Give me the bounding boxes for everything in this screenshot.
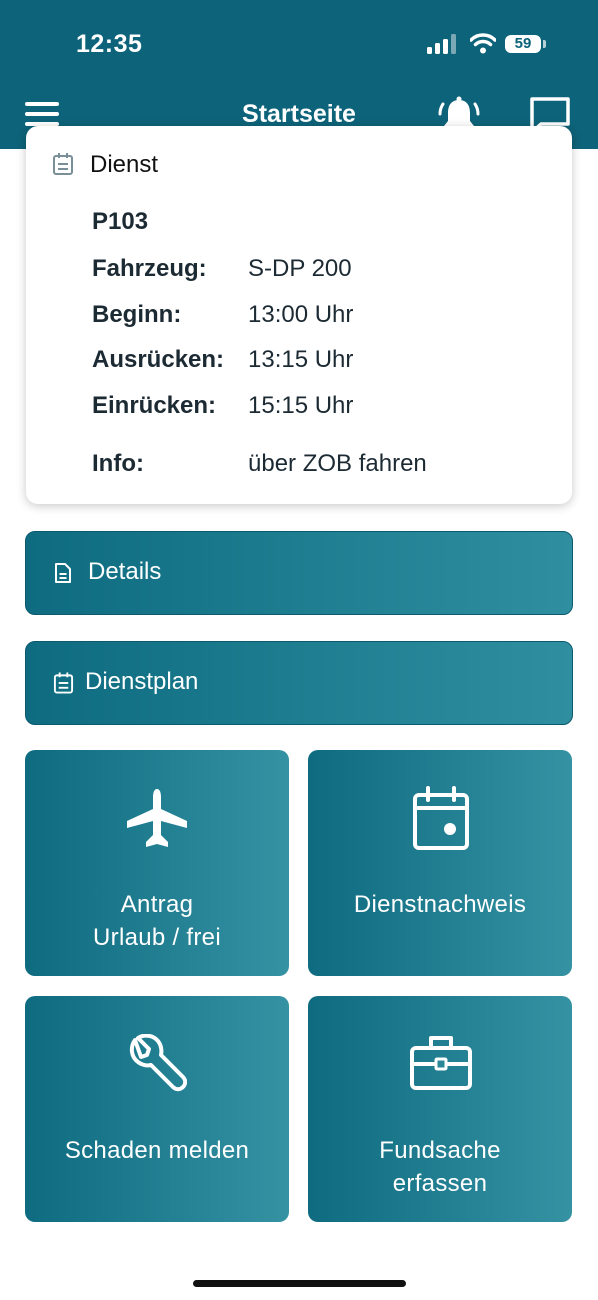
card-title: Dienst xyxy=(90,151,159,178)
wifi-icon xyxy=(470,33,496,54)
duty-card: Dienst P103 Fahrzeug: S-DP 200 Beginn: 1… xyxy=(26,126,572,504)
briefcase-icon xyxy=(410,1036,472,1090)
duty-record-label: Dienstnachweis xyxy=(353,891,527,918)
lost-property-label-line1: Fundsache xyxy=(379,1137,501,1164)
wrench-icon xyxy=(129,1034,187,1092)
begin-label: Beginn: xyxy=(92,301,182,328)
return-label: Einrücken: xyxy=(92,392,217,419)
calendar-icon xyxy=(53,153,73,175)
return-value: 15:15 Uhr xyxy=(248,392,354,419)
vehicle-label: Fahrzeug: xyxy=(92,255,207,282)
lost-property-tile[interactable]: Fundsache erfassen xyxy=(308,996,572,1222)
battery-indicator: 59 xyxy=(505,35,541,53)
vacation-label-line2: Urlaub / frei xyxy=(93,924,221,951)
info-label: Info: xyxy=(92,450,144,477)
dienstplan-button[interactable]: Dienstplan xyxy=(25,641,573,725)
begin-value: 13:00 Uhr xyxy=(248,301,354,328)
calendar-icon xyxy=(413,786,469,850)
info-value: über ZOB fahren xyxy=(248,450,427,477)
calendar-icon xyxy=(53,672,74,694)
depart-label: Ausrücken: xyxy=(92,346,225,373)
report-damage-label: Schaden melden xyxy=(64,1137,250,1164)
details-button[interactable]: Details xyxy=(25,531,573,615)
home-indicator xyxy=(193,1280,406,1287)
dienstplan-label: Dienstplan xyxy=(85,668,199,695)
vehicle-value: S-DP 200 xyxy=(248,255,352,282)
status-time: 12:35 xyxy=(76,30,143,58)
vacation-label-line1: Antrag xyxy=(120,891,194,918)
lost-property-label-line2: erfassen xyxy=(392,1170,488,1197)
report-damage-tile[interactable]: Schaden melden xyxy=(25,996,289,1222)
document-icon xyxy=(55,563,71,583)
depart-value: 13:15 Uhr xyxy=(248,346,354,373)
duty-record-tile[interactable]: Dienstnachweis xyxy=(308,750,572,976)
page-title: Startseite xyxy=(242,100,356,128)
battery-tip xyxy=(543,40,546,48)
signal-icon xyxy=(427,34,456,54)
airplane-icon xyxy=(127,789,187,847)
vacation-request-tile[interactable]: Antrag Urlaub / frei xyxy=(25,750,289,976)
details-label: Details xyxy=(88,558,162,585)
duty-code: P103 xyxy=(92,208,149,235)
